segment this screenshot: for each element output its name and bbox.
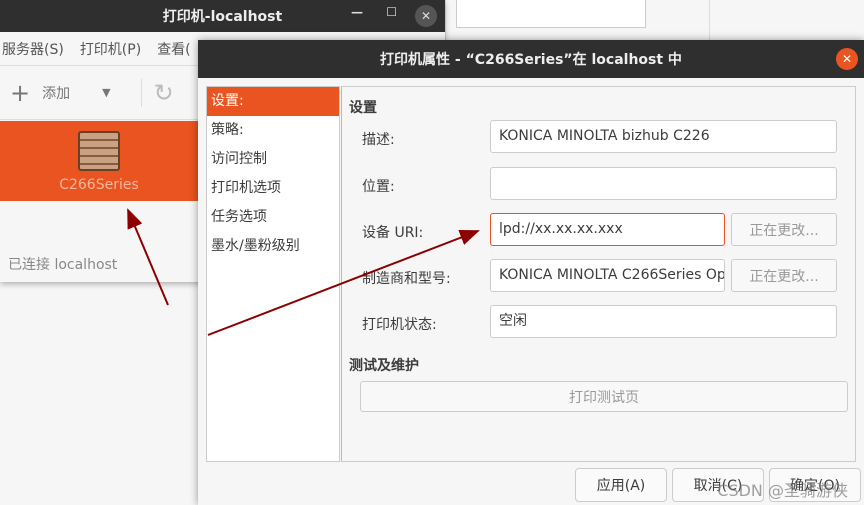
dialog-title-bar: 打印机属性 - “C266Series”在 localhost 中 ✕ bbox=[198, 40, 864, 78]
close-icon[interactable]: ✕ bbox=[836, 48, 858, 70]
sidebar-item-access-control[interactable]: 访问控制 bbox=[207, 145, 339, 174]
location-input[interactable] bbox=[490, 167, 837, 200]
refresh-icon[interactable]: ↻ bbox=[140, 78, 174, 107]
make-model-label: 制造商和型号: bbox=[362, 271, 451, 287]
background-field bbox=[456, 0, 646, 28]
printer-icon bbox=[78, 131, 120, 171]
connection-status: 已连接 localhost bbox=[8, 257, 118, 273]
menu-printer[interactable]: 打印机(P) bbox=[80, 39, 141, 59]
sidebar-item-job-options[interactable]: 任务选项 bbox=[207, 203, 339, 232]
device-uri-input[interactable]: lpd://xx.xx.xx.xxx bbox=[490, 213, 725, 246]
add-button[interactable]: 添加 bbox=[42, 83, 70, 103]
description-label: 描述: bbox=[362, 132, 395, 148]
maximize-button[interactable]: ☐ bbox=[386, 5, 397, 19]
printer-state-label: 打印机状态: bbox=[362, 317, 437, 333]
add-icon[interactable]: + bbox=[10, 79, 30, 107]
window-title: 打印机-localhost bbox=[162, 9, 283, 25]
test-section-heading: 测试及维护 bbox=[349, 358, 419, 374]
location-label: 位置: bbox=[362, 179, 395, 195]
sidebar-item-settings[interactable]: 设置: bbox=[207, 87, 339, 116]
sidebar-item-printer-options[interactable]: 打印机选项 bbox=[207, 174, 339, 203]
printer-state-value: 空闲 bbox=[490, 305, 837, 338]
change-uri-button[interactable]: 正在更改... bbox=[731, 213, 837, 246]
settings-panel: 设置 描述: KONICA MINOLTA bizhub C226 位置: 设备… bbox=[341, 86, 856, 462]
printer-name: C266Series bbox=[59, 177, 139, 193]
printer-item[interactable]: C266Series bbox=[0, 121, 198, 201]
minimize-button[interactable]: — bbox=[351, 5, 363, 19]
description-input[interactable]: KONICA MINOLTA bizhub C226 bbox=[490, 120, 837, 153]
title-bar: 打印机-localhost — ☐ ✕ bbox=[0, 0, 445, 32]
make-model-input[interactable]: KONICA MINOLTA C266Series Op bbox=[490, 259, 725, 292]
device-uri-label: 设备 URI: bbox=[362, 225, 424, 241]
section-heading: 设置 bbox=[349, 100, 377, 116]
print-test-page-button[interactable]: 打印测试页 bbox=[360, 381, 848, 412]
dropdown-icon[interactable]: ▼ bbox=[102, 86, 110, 99]
sidebar-item-policies[interactable]: 策略: bbox=[207, 116, 339, 145]
sidebar: 设置: 策略: 访问控制 打印机选项 任务选项 墨水/墨粉级别 bbox=[206, 86, 340, 462]
menu-server[interactable]: 服务器(S) bbox=[2, 39, 64, 59]
close-button[interactable]: ✕ bbox=[415, 5, 437, 27]
change-model-button[interactable]: 正在更改... bbox=[731, 259, 837, 292]
watermark: CSDN @圣骑游侠 bbox=[717, 481, 848, 500]
menu-view[interactable]: 查看( bbox=[157, 39, 190, 59]
printer-properties-dialog: 打印机属性 - “C266Series”在 localhost 中 ✕ 设置: 策… bbox=[198, 40, 864, 505]
apply-button[interactable]: 应用(A) bbox=[575, 468, 667, 502]
sidebar-item-ink-levels[interactable]: 墨水/墨粉级别 bbox=[207, 232, 339, 261]
dialog-title: 打印机属性 - “C266Series”在 localhost 中 bbox=[380, 52, 682, 68]
